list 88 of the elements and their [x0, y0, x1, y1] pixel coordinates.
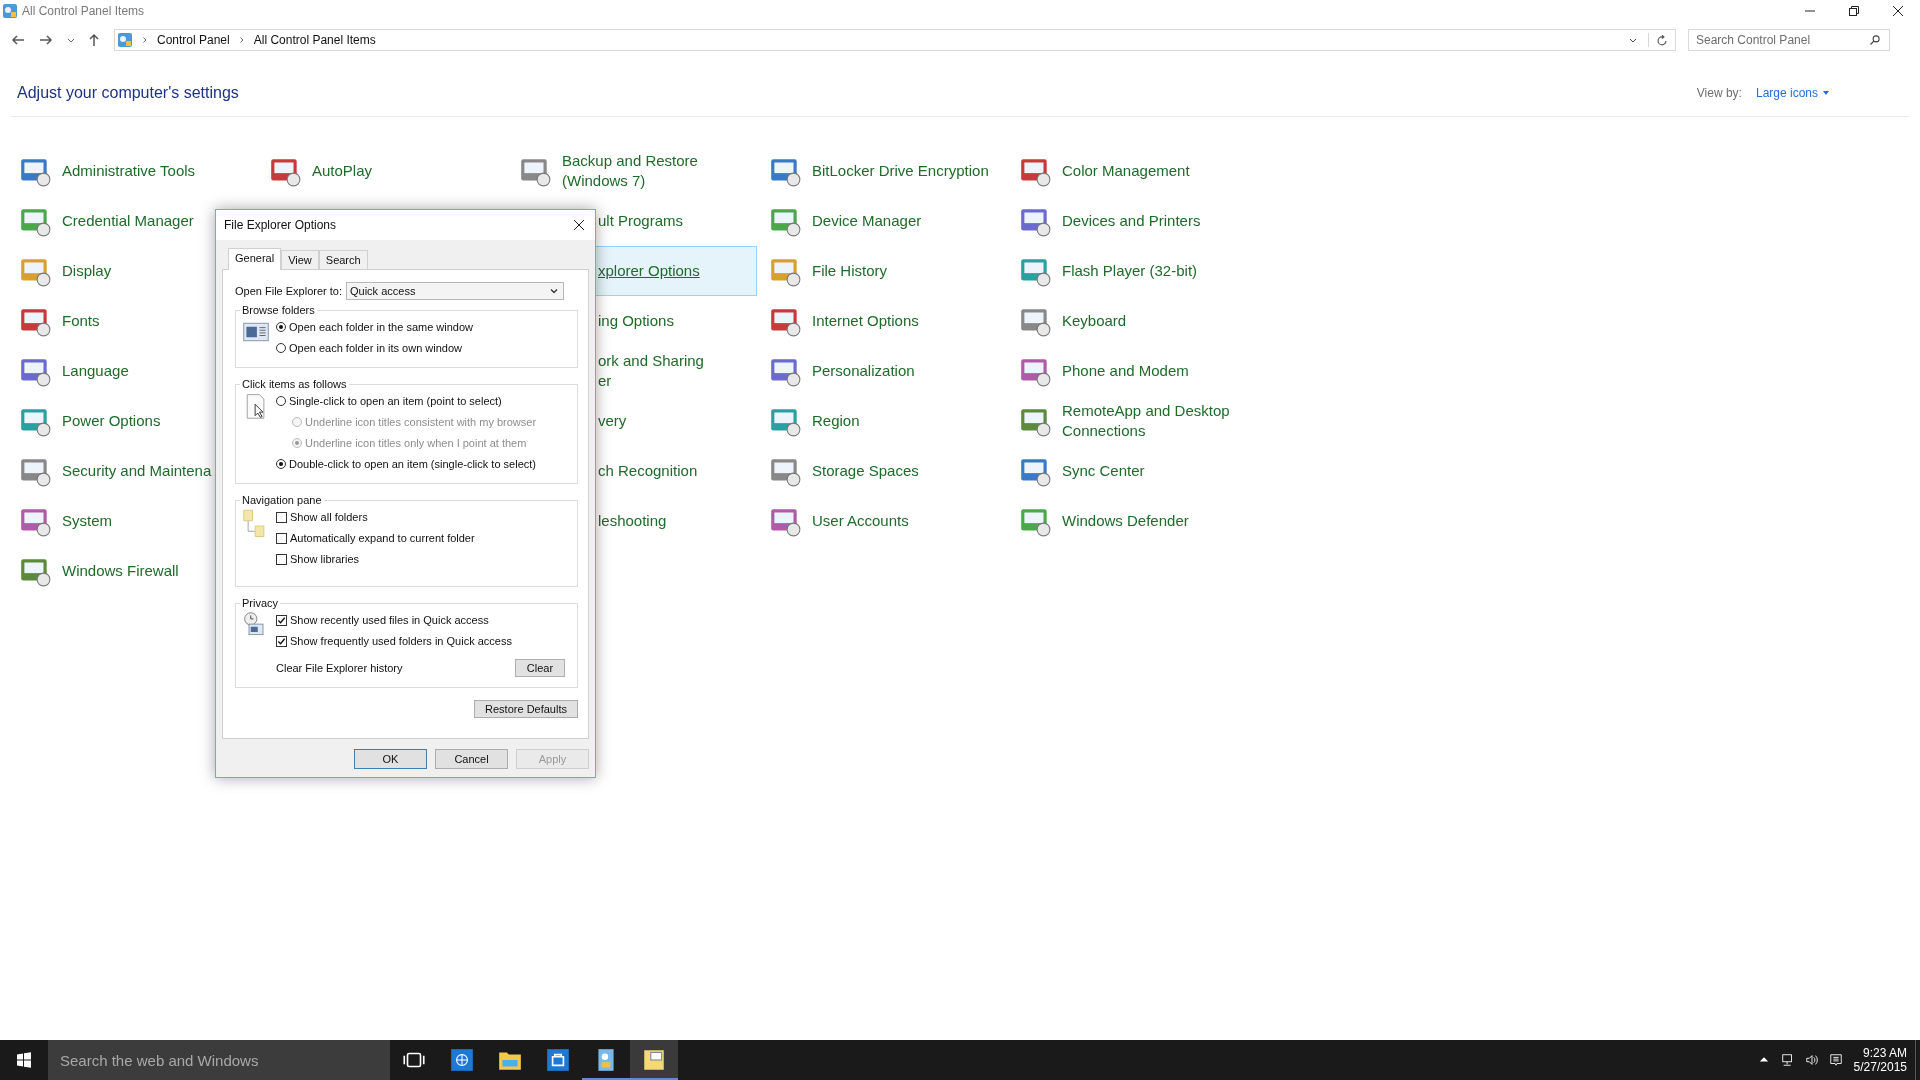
applet-link[interactable]: very: [598, 411, 627, 431]
tab[interactable]: Search: [318, 250, 368, 269]
applet-link[interactable]: Backup and Restore (Windows 7): [562, 151, 698, 191]
dialog-button[interactable]: Cancel: [435, 749, 508, 769]
applet-link[interactable]: Administrative Tools: [62, 161, 196, 181]
open-to-label: Open File Explorer to:: [235, 285, 342, 297]
applet-link[interactable]: Windows Defender: [1062, 511, 1189, 531]
option-label: Show libraries: [290, 553, 360, 565]
clear-history-label: Clear File Explorer history: [276, 662, 403, 674]
applet-link[interactable]: Internet Options: [812, 311, 919, 331]
clock-date[interactable]: 5/27/2015: [1853, 1060, 1907, 1074]
radio-button[interactable]: [276, 322, 286, 332]
applet-link[interactable]: Display: [62, 261, 112, 281]
option-label: Underline icon titles consistent with my browser: [305, 416, 537, 428]
applet-link[interactable]: User Accounts: [812, 511, 909, 531]
applet-link[interactable]: Fonts: [62, 311, 100, 331]
page-heading: Adjust your computer's settings: [17, 84, 239, 102]
option-label: Double-click to open an item (single-click to select): [289, 458, 536, 470]
applet-link[interactable]: ork and Sharing er: [598, 351, 704, 391]
checkbox[interactable]: [276, 635, 287, 647]
open-to-dropdown[interactable]: Quick access: [346, 282, 564, 300]
chevron-icon: [237, 36, 246, 44]
address-bar[interactable]: Control Panel All Control Panel Items: [114, 29, 1676, 51]
control-panel-icon: [2, 3, 18, 19]
option-label: Automatically expand to current folder: [290, 532, 475, 544]
chevron-icon: [141, 36, 149, 44]
checkbox[interactable]: [276, 532, 287, 544]
option-label: Underline icon titles only when I point at them: [305, 437, 527, 449]
group-title: Browse folders: [241, 304, 316, 316]
applet-link[interactable]: ch Recognition: [598, 461, 698, 481]
radio-button[interactable]: [276, 343, 286, 353]
dialog-button[interactable]: OK: [354, 749, 427, 769]
applet-link[interactable]: BitLocker Drive Encryption: [812, 161, 989, 181]
applet-link[interactable]: Language: [62, 361, 129, 381]
applet-link[interactable]: File History: [812, 261, 887, 281]
applet-link[interactable]: Region: [812, 411, 860, 431]
dialog-title: File Explorer Options: [224, 218, 337, 232]
tab[interactable]: General: [228, 248, 282, 270]
group-title: Navigation pane: [241, 494, 323, 506]
applet-link[interactable]: AutoPlay: [312, 161, 373, 181]
option-label: Single-click to open an item (point to select): [289, 395, 502, 407]
applet-link[interactable]: Credential Manager: [62, 211, 194, 231]
option-label: Show recently used files in Quick access: [290, 614, 489, 626]
group-title: Click items as follows: [241, 378, 348, 390]
applet-link[interactable]: Sync Center: [1062, 461, 1145, 481]
option-label: Show all folders: [290, 511, 368, 523]
search-icon: [1869, 34, 1881, 46]
option-label: Open each folder in its own window: [289, 342, 463, 354]
caret-icon: [1822, 89, 1830, 97]
radio-button[interactable]: [276, 396, 286, 406]
breadcrumb[interactable]: Control Panel: [157, 33, 230, 47]
applet-link[interactable]: Flash Player (32-bit): [1062, 261, 1198, 281]
applet-link[interactable]: Device Manager: [812, 211, 922, 231]
applet-link[interactable]: Color Management: [1062, 161, 1190, 181]
tab[interactable]: View: [281, 250, 319, 269]
applet-link[interactable]: Power Options: [62, 411, 161, 431]
close-icon[interactable]: [573, 219, 585, 231]
checkbox[interactable]: [276, 553, 287, 565]
applet-link[interactable]: Phone and Modem: [1062, 361, 1189, 381]
applet-link[interactable]: Devices and Printers: [1062, 211, 1201, 231]
applet-link[interactable]: Personalization: [812, 361, 915, 381]
control-panel-icon: [117, 32, 133, 48]
applet-link[interactable]: Keyboard: [1062, 311, 1127, 331]
group-title: Privacy: [241, 597, 280, 609]
breadcrumb[interactable]: All Control Panel Items: [253, 33, 376, 47]
checkbox[interactable]: [276, 511, 287, 523]
applet-link[interactable]: RemoteApp and Desktop Connections: [1062, 401, 1230, 441]
taskbar-search-field[interactable]: Search the web and Windows: [48, 1040, 390, 1080]
applet-link[interactable]: leshooting: [598, 511, 667, 531]
view-by-label: View by:: [1696, 86, 1742, 100]
checkbox[interactable]: [276, 614, 287, 626]
applet-link[interactable]: ing Options: [598, 311, 674, 331]
option-label: Show frequently used folders in Quick access: [290, 635, 512, 647]
applet-link[interactable]: xplorer Options: [598, 261, 700, 281]
applet-link[interactable]: Security and Maintena: [62, 461, 212, 481]
applet-link[interactable]: System: [62, 511, 112, 531]
applet-link[interactable]: Storage Spaces: [812, 461, 919, 481]
radio-button[interactable]: [276, 459, 286, 469]
view-by-dropdown[interactable]: Large icons: [1755, 86, 1830, 100]
applet-link[interactable]: Windows Firewall: [62, 561, 179, 581]
window-title: All Control Panel Items: [22, 4, 145, 18]
applet-link[interactable]: ult Programs: [598, 211, 684, 231]
clock-time[interactable]: 9:23 AM: [1862, 1046, 1907, 1060]
restore-defaults-button[interactable]: Restore Defaults: [474, 700, 578, 718]
folder-options-icon[interactable]: [630, 1040, 678, 1080]
caret-icon: [549, 286, 559, 296]
option-label: Open each folder in the same window: [289, 321, 474, 333]
clear-button[interactable]: Clear: [515, 659, 565, 677]
